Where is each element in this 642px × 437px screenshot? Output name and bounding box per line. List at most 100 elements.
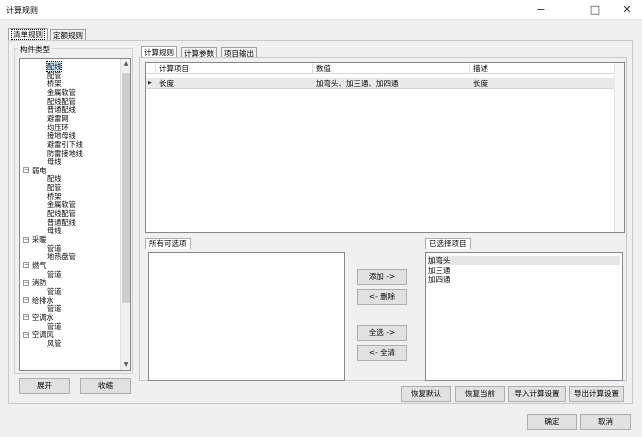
tree-item[interactable]: 配管 xyxy=(47,183,61,192)
tree-item-label: 配线 xyxy=(45,61,63,72)
cell-desc[interactable]: 长度 xyxy=(470,78,488,89)
tree-item-label: 管道 xyxy=(47,286,62,296)
tree-item[interactable]: 母线 xyxy=(47,157,61,166)
selected-items-list[interactable]: 加弯头 加三通 加四通 xyxy=(425,252,623,381)
tab-quota-rules[interactable]: 定额规则 xyxy=(50,29,86,40)
tree-item-label: 风管 xyxy=(47,338,62,348)
list-item[interactable]: 加四通 xyxy=(428,275,451,284)
tree-item[interactable]: 消防 xyxy=(32,278,46,287)
cancel-button[interactable]: 取消 xyxy=(580,414,631,430)
tree-toggle-icon[interactable]: − xyxy=(23,314,29,321)
tree-item-label: 管道 xyxy=(47,304,62,314)
tab-bill-rules[interactable]: 清单规则 xyxy=(8,28,48,40)
tree-item[interactable]: 采暖 xyxy=(32,235,46,244)
rules-grid[interactable]: 计算项目 数值 描述 ▶ 长度 加弯头、加三通、加四通 长度 xyxy=(145,62,625,233)
list-item[interactable]: 加三通 xyxy=(428,266,451,275)
tree-item-label: 避雷网 xyxy=(47,113,69,123)
tree-item[interactable]: 避雷引下线 xyxy=(47,140,83,149)
scroll-up-icon[interactable]: ▲ xyxy=(121,59,130,69)
table-row[interactable]: ▶ 长度 加弯头、加三通、加四通 长度 xyxy=(146,78,616,89)
maximize-icon[interactable]: □ xyxy=(580,0,610,20)
tree-scroll-thumb[interactable] xyxy=(122,73,130,303)
tree-item[interactable]: 金属软管 xyxy=(47,88,76,97)
grid-header: 计算项目 数值 描述 xyxy=(146,63,624,74)
tree-item[interactable]: 配线配管 xyxy=(47,97,76,106)
tree-item[interactable]: 燃气 xyxy=(32,261,46,270)
tree-item-label: 弱电 xyxy=(32,165,47,175)
tree-item[interactable]: 避雷网 xyxy=(47,114,69,123)
restore-default-button[interactable]: 恢复默认 xyxy=(401,386,451,402)
tree-item[interactable]: 空调水 xyxy=(32,313,54,322)
tree-item[interactable]: 普通配线 xyxy=(47,105,76,114)
tree-item-label: 桥架 xyxy=(47,191,62,201)
tree-toggle-icon[interactable]: − xyxy=(23,236,29,243)
tree-item[interactable]: 地热盘管 xyxy=(47,252,76,261)
title-bar: 计算规则 − □ ✕ xyxy=(0,0,642,20)
tree-item[interactable]: 普通配线 xyxy=(47,218,76,227)
tree-item[interactable]: 金属软管 xyxy=(47,200,76,209)
tree-item[interactable]: 风管 xyxy=(47,339,61,348)
tree-item-label: 给排水 xyxy=(32,295,54,305)
tree-item[interactable]: 母线 xyxy=(47,226,61,235)
tree-item[interactable]: 管道 xyxy=(47,270,61,279)
tree-item-label: 采暖 xyxy=(32,235,47,244)
tree-item[interactable]: 管道 xyxy=(47,287,61,296)
tree-item[interactable]: 均压环 xyxy=(47,123,69,132)
available-options-list[interactable] xyxy=(148,252,345,381)
tree-item-label: 母线 xyxy=(47,226,62,236)
tree-item[interactable]: 弱电 xyxy=(32,166,46,175)
tree-scrollbar[interactable]: ▲ ▼ xyxy=(120,59,130,370)
tree-item[interactable]: 桥架 xyxy=(47,79,61,88)
clear-all-button[interactable]: <- 全清 xyxy=(357,345,407,361)
tree-item-label: 均压环 xyxy=(47,122,69,132)
expand-button[interactable]: 展开 xyxy=(19,378,70,394)
tree-item-label: 空调风 xyxy=(32,330,54,340)
tree-item-label: 防雷接地线 xyxy=(47,148,83,158)
tree-item[interactable]: 配线 xyxy=(47,174,61,183)
tree-item[interactable]: 接地母线 xyxy=(47,131,76,140)
minimize-icon[interactable]: − xyxy=(526,0,556,20)
close-icon[interactable]: ✕ xyxy=(612,0,642,20)
component-tree[interactable]: ▲ ▼ 配线 配管 桥架 金属软管 配线配管 普通配线 避雷网 均压环 接地母线 避雷引下线 防雷接… xyxy=(19,58,131,371)
restore-current-button[interactable]: 恢复当前 xyxy=(455,386,505,402)
tree-item-label: 配线配管 xyxy=(47,209,76,219)
scroll-down-icon[interactable]: ▼ xyxy=(121,360,130,370)
tree-toggle-icon[interactable]: − xyxy=(23,297,29,304)
tree-item[interactable]: 空调风 xyxy=(32,330,54,339)
tree-toggle-icon[interactable]: − xyxy=(23,167,29,174)
tree-item[interactable]: 管道 xyxy=(47,304,61,313)
tree-item[interactable]: 配管 xyxy=(47,71,61,80)
column-header-value[interactable]: 数值 xyxy=(313,63,470,74)
add-button[interactable]: 添加 -> xyxy=(357,269,407,285)
column-header-item[interactable]: 计算项目 xyxy=(156,63,313,74)
tree-item-label: 管道 xyxy=(47,321,62,331)
remove-button[interactable]: <- 删除 xyxy=(357,289,407,305)
tree-toggle-icon[interactable]: − xyxy=(23,331,29,338)
tree-item[interactable]: 配线配管 xyxy=(47,209,76,218)
column-header-desc[interactable]: 描述 xyxy=(470,63,616,74)
tree-toggle-icon[interactable]: − xyxy=(23,262,29,269)
select-all-button[interactable]: 全选 -> xyxy=(357,325,407,341)
tree-item[interactable]: 管道 xyxy=(47,322,61,331)
tree-item-label: 燃气 xyxy=(32,260,47,270)
component-type-label: 构件类型 xyxy=(18,44,52,55)
ok-button[interactable]: 确定 xyxy=(527,414,577,430)
available-options-label: 所有可选项 xyxy=(145,238,191,249)
tree-item[interactable]: 配线 xyxy=(45,61,63,72)
list-item[interactable]: 加弯头 xyxy=(428,256,620,265)
import-settings-button[interactable]: 导入计算设置 xyxy=(508,386,566,402)
selected-items-label: 已选择项目 xyxy=(425,238,471,249)
tree-item-label: 配线 xyxy=(47,174,62,184)
export-settings-button[interactable]: 导出计算设置 xyxy=(569,386,624,402)
tree-item[interactable]: 防雷接地线 xyxy=(47,149,83,158)
tree-item[interactable]: 给排水 xyxy=(32,296,54,305)
collapse-button[interactable]: 收缩 xyxy=(80,378,131,394)
tree-item-label: 管道 xyxy=(47,243,62,253)
tree-toggle-icon[interactable]: − xyxy=(23,279,29,286)
tree-item[interactable]: 桥架 xyxy=(47,192,61,201)
grid-scrollbar[interactable] xyxy=(614,63,624,232)
cell-value[interactable]: 加弯头、加三通、加四通 xyxy=(313,78,399,89)
tree-item-label: 金属软管 xyxy=(47,87,76,97)
tree-item[interactable]: 管道 xyxy=(47,244,61,253)
cell-item[interactable]: 长度 xyxy=(156,78,174,89)
